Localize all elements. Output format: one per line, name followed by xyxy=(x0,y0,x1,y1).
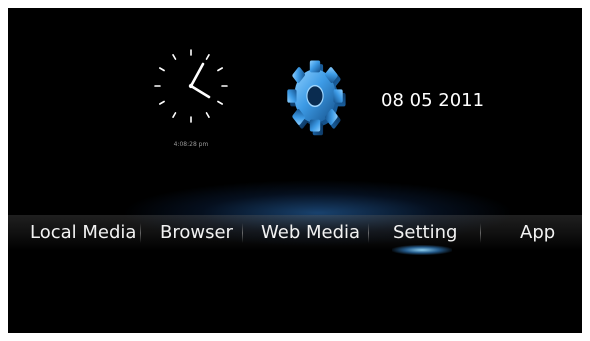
menu-separator xyxy=(242,223,243,243)
selected-item-indicator xyxy=(392,245,452,255)
ambient-glow xyxy=(48,158,582,268)
menu-separator xyxy=(480,223,481,243)
menu-item-local-media[interactable]: Local Media xyxy=(30,215,136,251)
menu-item-browser[interactable]: Browser xyxy=(160,215,233,251)
date-display: 08 05 2011 xyxy=(381,90,485,111)
menu-item-app[interactable]: App xyxy=(520,215,555,251)
menu-item-web-media[interactable]: Web Media xyxy=(261,215,360,251)
gear-icon xyxy=(287,60,346,136)
media-home-screen: 4:08:28 pm 08 05 2011 Local Media Browse… xyxy=(8,8,582,333)
menu-separator xyxy=(140,223,141,243)
menu-separator xyxy=(368,223,369,243)
analog-clock-icon xyxy=(154,49,228,123)
clock-time-text: 4:08:28 pm xyxy=(173,141,209,148)
